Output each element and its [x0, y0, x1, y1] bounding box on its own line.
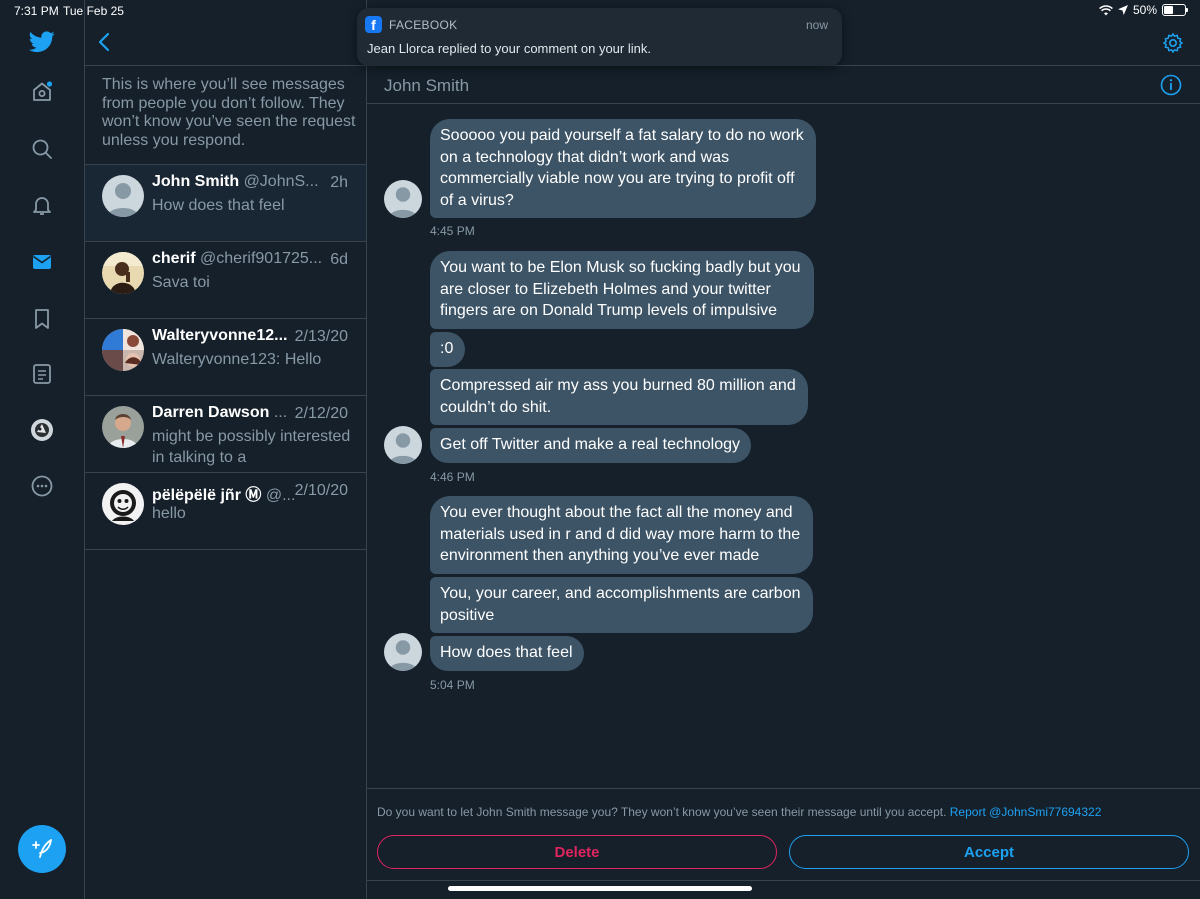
request-row-cherif[interactable]: cherif @cherif901725... 6d Sava toi [85, 242, 366, 319]
sender-name: Darren Dawson [152, 404, 270, 421]
back-chevron-icon[interactable] [97, 30, 111, 54]
list-icon[interactable] [30, 362, 54, 386]
sender-name: pëlëpëlë jñr Ⓜ [152, 487, 262, 504]
conversation-pane: John Smith Sooooo you paid yourself a fa… [367, 0, 1200, 899]
request-row-walteryvonne[interactable]: Walteryvonne12... 2/13/20 Walteryvonne12… [85, 319, 366, 396]
home-icon[interactable] [30, 80, 54, 104]
sender-name: cherif [152, 250, 196, 267]
accept-button[interactable]: Accept [789, 835, 1189, 869]
request-row-john-smith[interactable]: John Smith @JohnS... 2h How does that fe… [85, 165, 366, 242]
message-timestamp: 5:04 PM [430, 678, 475, 692]
requests-list: John Smith @JohnS... 2h How does that fe… [85, 164, 366, 550]
notification-banner[interactable]: f FACEBOOK now Jean Llorca replied to yo… [357, 8, 842, 66]
home-indicator[interactable] [448, 886, 752, 891]
message-bubble[interactable]: You ever thought about the fact all the … [430, 496, 813, 574]
message-bubble[interactable]: Sooooo you paid yourself a fat salary to… [430, 119, 816, 218]
message-requests-pane: This is where you’ll see messages from p… [85, 0, 367, 899]
sender-avatar [384, 633, 422, 671]
message-bubble[interactable]: :0 [430, 332, 465, 367]
gear-icon[interactable] [1162, 32, 1184, 54]
compose-tweet-button[interactable] [18, 825, 66, 873]
message-preview: Sava toi [152, 274, 210, 291]
request-notice-text: Do you want to let John Smith message yo… [377, 805, 947, 819]
message-preview: hello [152, 505, 186, 522]
request-time: 2h [330, 174, 348, 192]
twitter-bird-icon[interactable] [29, 31, 55, 53]
message-bubble[interactable]: Compressed air my ass you burned 80 mill… [430, 369, 808, 425]
request-notice: Do you want to let John Smith message yo… [377, 805, 1101, 819]
bell-icon[interactable] [30, 193, 54, 217]
nav-rail [0, 0, 85, 899]
requests-intro-text: This is where you’ll see messages from p… [102, 76, 356, 149]
message-preview: How does that feel [152, 197, 285, 214]
request-time: 2/12/20 [294, 405, 348, 422]
avatar [102, 406, 144, 448]
sender-name: Walteryvonne12... [152, 327, 288, 344]
message-preview: Walteryvonne123: Hello [152, 351, 322, 368]
request-time: 2/10/20 [294, 482, 348, 499]
avatar [102, 175, 144, 217]
request-time: 2/13/20 [294, 328, 348, 345]
avatar [102, 483, 144, 525]
search-icon[interactable] [30, 137, 54, 161]
profile-avatar[interactable] [30, 418, 54, 442]
request-row-darren-dawson[interactable]: Darren Dawson ... 2/12/20 might be possi… [85, 396, 366, 473]
notification-body: Jean Llorca replied to your comment on y… [367, 41, 651, 56]
report-link[interactable]: Report @JohnSmi77694322 [950, 805, 1102, 819]
request-time: 6d [330, 251, 348, 268]
sender-handle: @... [265, 487, 296, 504]
info-icon[interactable] [1160, 74, 1182, 96]
sender-handle: ... [273, 404, 288, 421]
mail-icon[interactable] [30, 250, 54, 274]
notification-time: now [805, 18, 828, 32]
sender-avatar [384, 426, 422, 464]
message-preview: might be possibly interested in talking … [152, 428, 351, 466]
sender-name: John Smith [152, 173, 240, 190]
sender-avatar [384, 180, 422, 218]
compose-tweet-icon [32, 839, 52, 858]
delete-button[interactable]: Delete [377, 835, 777, 869]
more-icon[interactable] [30, 474, 54, 498]
avatar [102, 329, 144, 371]
sender-handle: @JohnS... [243, 173, 319, 190]
notification-app: FACEBOOK [389, 18, 458, 32]
message-bubble[interactable]: You want to be Elon Musk so fucking badl… [430, 251, 814, 329]
avatar [102, 252, 144, 294]
bookmark-icon[interactable] [30, 307, 54, 331]
sender-handle: @cherif901725... [200, 250, 323, 267]
message-bubble[interactable]: How does that feel [430, 636, 584, 671]
message-timestamp: 4:45 PM [430, 224, 475, 238]
facebook-icon: f [365, 16, 382, 33]
message-bubble[interactable]: Get off Twitter and make a real technolo… [430, 428, 751, 463]
conversation-title: John Smith [384, 76, 470, 95]
message-timestamp: 4:46 PM [430, 470, 475, 484]
message-bubble[interactable]: You, your career, and accomplishments ar… [430, 577, 813, 633]
request-row-pelepele[interactable]: pëlëpëlë jñr Ⓜ @... 2/10/20 hello [85, 473, 366, 550]
